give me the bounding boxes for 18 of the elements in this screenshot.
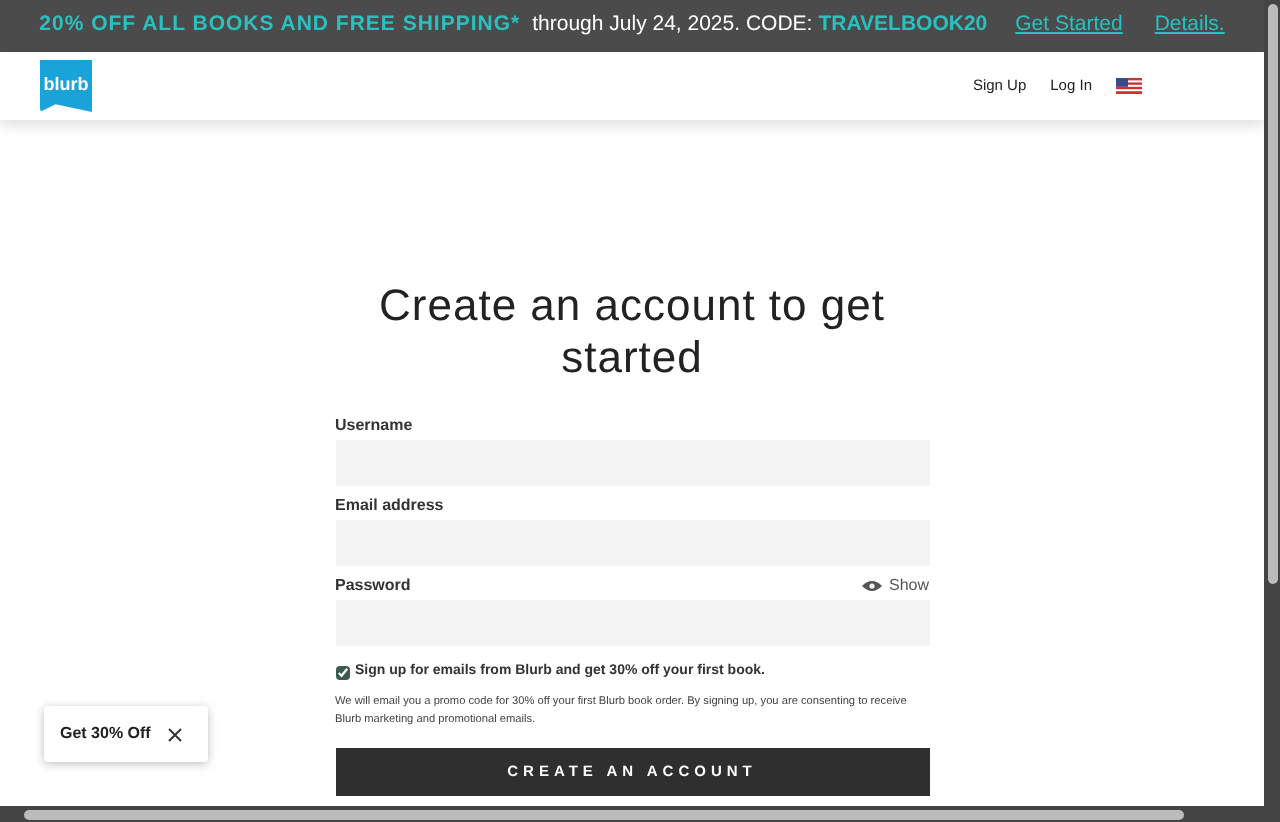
horizontal-scrollbar[interactable] [0,806,1280,822]
show-password-toggle[interactable]: Show [862,574,929,598]
promo-link[interactable]: Details. [1154,10,1225,42]
vertical-scrollbar[interactable] [1264,0,1280,806]
newsletter-checkbox[interactable] [335,665,349,679]
field-label: Password [335,574,411,598]
offer-popup[interactable]: Get 30% Off [44,706,208,762]
field-label: Username [335,414,413,438]
close-icon[interactable] [168,727,183,741]
promo-code: TRAVELBOOK20 [818,10,988,41]
promo-link[interactable]: Get Started [1015,10,1123,42]
field-label: Email address [335,494,444,518]
eye-icon [862,580,883,592]
offer-label: Get 30% Off [60,722,151,746]
page-title: Create an account to get started [377,280,887,384]
promo-terms: through July 24, 2025. CODE: [532,10,813,41]
us-flag-icon[interactable] [1116,78,1142,94]
promo-headline: 20% OFF ALL BOOKS AND FREE SHIPPING* [39,10,521,41]
